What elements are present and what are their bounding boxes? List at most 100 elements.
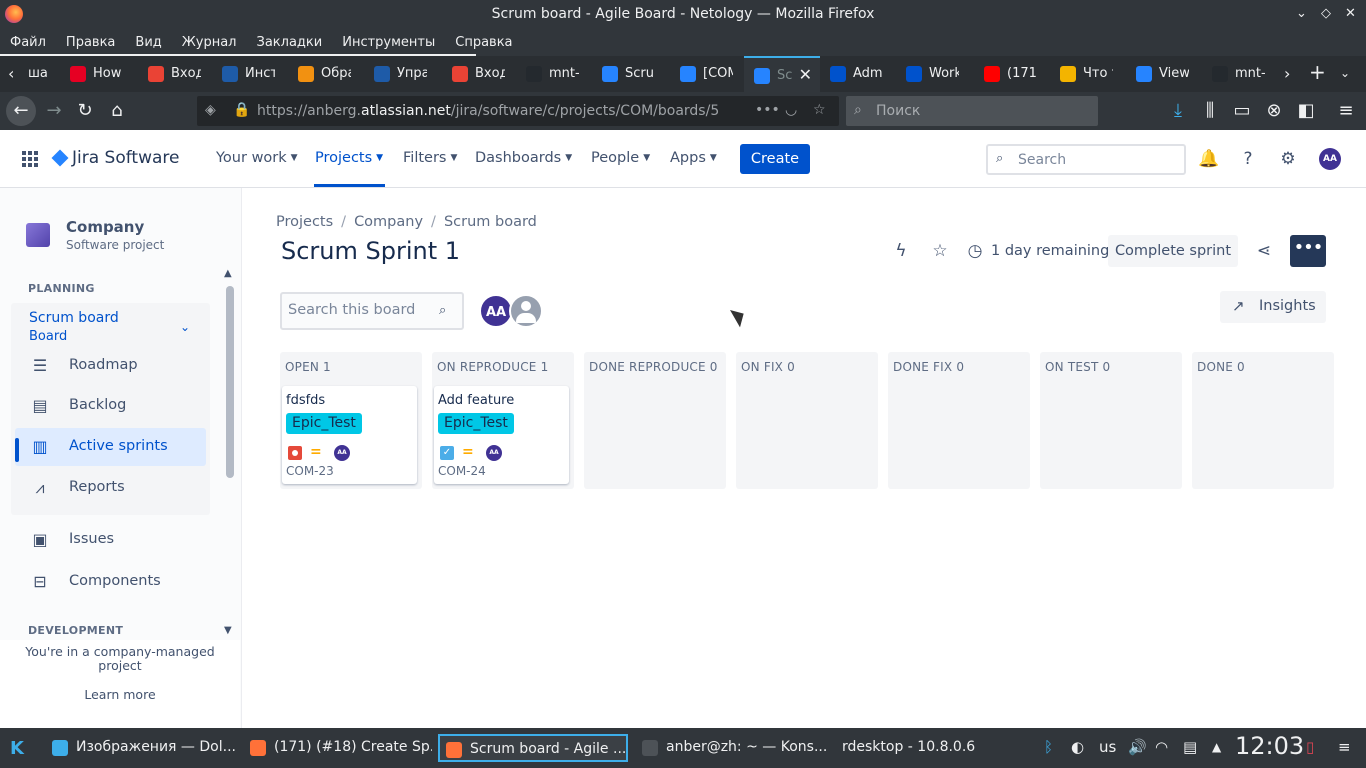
breadcrumb-scrum-board[interactable]: Scrum board (444, 214, 537, 230)
browser-tab[interactable]: How t (60, 56, 136, 92)
new-tab-icon[interactable]: + (1309, 60, 1326, 84)
back-icon[interactable]: ← (6, 96, 36, 126)
sidebar-scroll-thumb[interactable] (226, 286, 234, 478)
scroll-down-icon[interactable]: ▼ (224, 625, 232, 636)
scroll-up-icon[interactable]: ▲ (224, 268, 232, 279)
extension-x-icon[interactable]: ⊗ (1262, 99, 1286, 123)
issue-card[interactable]: Add feature Epic_Test ✓ = AA COM-24 (434, 386, 569, 484)
browser-tab[interactable]: [COM (670, 56, 746, 92)
bookmark-star-icon[interactable]: ☆ (813, 102, 826, 118)
browser-tab[interactable]: Упра (364, 56, 440, 92)
browser-tab[interactable]: Admi (820, 56, 896, 92)
issue-key[interactable]: COM-23 (286, 464, 334, 478)
menu-item-4[interactable]: Закладки (247, 35, 333, 50)
tabs-scroll-right-icon[interactable]: › (1284, 64, 1290, 83)
downloads-icon[interactable]: ⤓ (1166, 99, 1190, 123)
taskbar-task[interactable]: Scrum board - Agile ... (438, 734, 628, 762)
share-icon[interactable]: ⋖ (1253, 240, 1275, 262)
sidebar-item-backlog[interactable]: ▤ Backlog (18, 387, 206, 425)
menu-item-1[interactable]: Правка (56, 35, 125, 50)
battery-icon[interactable]: ▯ (1306, 738, 1314, 756)
close-tab-icon[interactable]: ✕ (799, 65, 812, 84)
jira-logo-text[interactable]: Jira Software (72, 148, 180, 168)
browser-tab[interactable]: Work (896, 56, 972, 92)
issue-key[interactable]: COM-24 (438, 464, 486, 478)
browser-tab[interactable]: (171) (974, 56, 1050, 92)
sidebar-item-reports[interactable]: ⩘ Reports (18, 469, 206, 507)
close-window-icon[interactable]: ✕ (1345, 6, 1356, 21)
show-desktop-icon[interactable]: ≡ (1338, 738, 1351, 756)
pocket-icon[interactable]: ◡ (785, 102, 797, 118)
browser-tab[interactable]: View (1126, 56, 1202, 92)
nav-people[interactable]: People ▼ (591, 150, 650, 166)
nav-dashboards[interactable]: Dashboards ▼ (475, 150, 572, 166)
sidebar-toggle-icon[interactable]: ▭ (1230, 99, 1254, 123)
create-button[interactable]: Create (740, 144, 810, 174)
sidebar-item-active-sprints[interactable]: ▥ Active sprints (15, 428, 206, 466)
taskbar-task[interactable]: anber@zh: ~ — Kons... (636, 734, 826, 762)
notifications-icon[interactable]: 🔔 (1198, 149, 1219, 169)
nav-filters[interactable]: Filters ▼ (403, 150, 457, 166)
taskbar-task[interactable]: rdesktop - 10.8.0.6 (832, 734, 1022, 762)
sidebar-item-issues[interactable]: ▣ Issues (18, 521, 206, 559)
nav-your-work[interactable]: Your work ▼ (216, 150, 298, 166)
url-text[interactable]: https://anberg.atlassian.net/jira/softwa… (257, 103, 719, 119)
issue-card[interactable]: fdsfds Epic_Test = AA COM-23 (282, 386, 417, 484)
maximize-icon[interactable]: ◇ (1321, 6, 1331, 21)
board-selector-name[interactable]: Scrum board (29, 310, 119, 326)
tray-expand-icon[interactable]: ▲ (1212, 740, 1221, 754)
browser-tab[interactable]: Инст (212, 56, 288, 92)
assignee-filter-avatar[interactable]: AA (479, 294, 513, 328)
volume-icon[interactable]: 🔊 (1128, 738, 1147, 756)
hamburger-menu-icon[interactable]: ≡ (1334, 99, 1358, 123)
sidebar-item-components[interactable]: ⊟ Components (18, 563, 206, 601)
keyboard-layout[interactable]: us (1099, 738, 1116, 756)
extension-shield-icon[interactable]: ◧ (1294, 99, 1318, 123)
wifi-icon[interactable]: ◠ (1155, 738, 1168, 756)
browser-tab[interactable]: Вход (442, 56, 518, 92)
page-actions-icon[interactable]: ••• (755, 102, 780, 118)
reload-icon[interactable]: ↻ (73, 99, 97, 123)
breadcrumb-projects[interactable]: Projects (276, 214, 333, 230)
taskbar-task[interactable]: (171) (#18) Create Sp... (244, 734, 432, 762)
epic-label[interactable]: Epic_Test (438, 413, 514, 434)
board-search-input[interactable]: Search this board ⌕ (280, 292, 464, 330)
unassigned-filter-avatar[interactable] (509, 294, 543, 328)
url-bar[interactable]: ◈ 🔒 https://anberg.atlassian.net/jira/so… (197, 96, 839, 126)
board-chevron-down-icon[interactable]: ⌄ (180, 320, 190, 334)
learn-more-link[interactable]: Learn more (0, 687, 240, 702)
menu-item-6[interactable]: Справка (445, 35, 522, 50)
bluetooth-icon[interactable]: ᛒ (1044, 738, 1053, 756)
home-icon[interactable]: ⌂ (105, 99, 129, 123)
user-avatar[interactable]: AA (1319, 148, 1341, 170)
epic-label[interactable]: Epic_Test (286, 413, 362, 434)
forward-icon[interactable]: → (42, 99, 66, 123)
menu-item-0[interactable]: Файл (0, 35, 56, 50)
more-actions-button[interactable]: ••• (1290, 235, 1326, 267)
settings-gear-icon[interactable]: ⚙ (1278, 149, 1298, 169)
star-icon[interactable]: ☆ (929, 240, 951, 262)
breadcrumb-company[interactable]: Company (354, 214, 423, 230)
app-launcher-icon[interactable]: K (10, 738, 24, 759)
browser-search-input[interactable]: ⌕ Поиск (846, 96, 1098, 126)
list-all-tabs-icon[interactable]: ⌄ (1340, 66, 1350, 80)
project-name[interactable]: Company (66, 218, 144, 236)
menu-item-5[interactable]: Инструменты (332, 35, 445, 50)
clock[interactable]: 12:03 (1235, 732, 1304, 760)
insights-button[interactable]: ↗ Insights (1220, 291, 1326, 323)
complete-sprint-button[interactable]: Complete sprint (1108, 235, 1238, 267)
nav-projects[interactable]: Projects ▼ (315, 150, 383, 166)
jira-search-input[interactable]: ⌕ Search (986, 144, 1186, 175)
browser-tab[interactable]: ша (26, 56, 60, 92)
lock-icon[interactable]: 🔒 (233, 102, 250, 118)
browser-tab[interactable]: Что т (1050, 56, 1126, 92)
browser-tab-active[interactable]: Sc ✕ (744, 56, 820, 92)
update-notifier-icon[interactable]: ◐ (1071, 738, 1084, 756)
taskbar-task[interactable]: Изображения — Dol... (46, 734, 236, 762)
browser-tab[interactable]: mnt-h (1202, 56, 1278, 92)
browser-tab[interactable]: Вход (138, 56, 214, 92)
minimize-icon[interactable]: ⌄ (1296, 6, 1307, 21)
tracking-shield-icon[interactable]: ◈ (205, 102, 216, 118)
app-switcher-icon[interactable] (22, 151, 38, 167)
nav-apps[interactable]: Apps ▼ (670, 150, 717, 166)
